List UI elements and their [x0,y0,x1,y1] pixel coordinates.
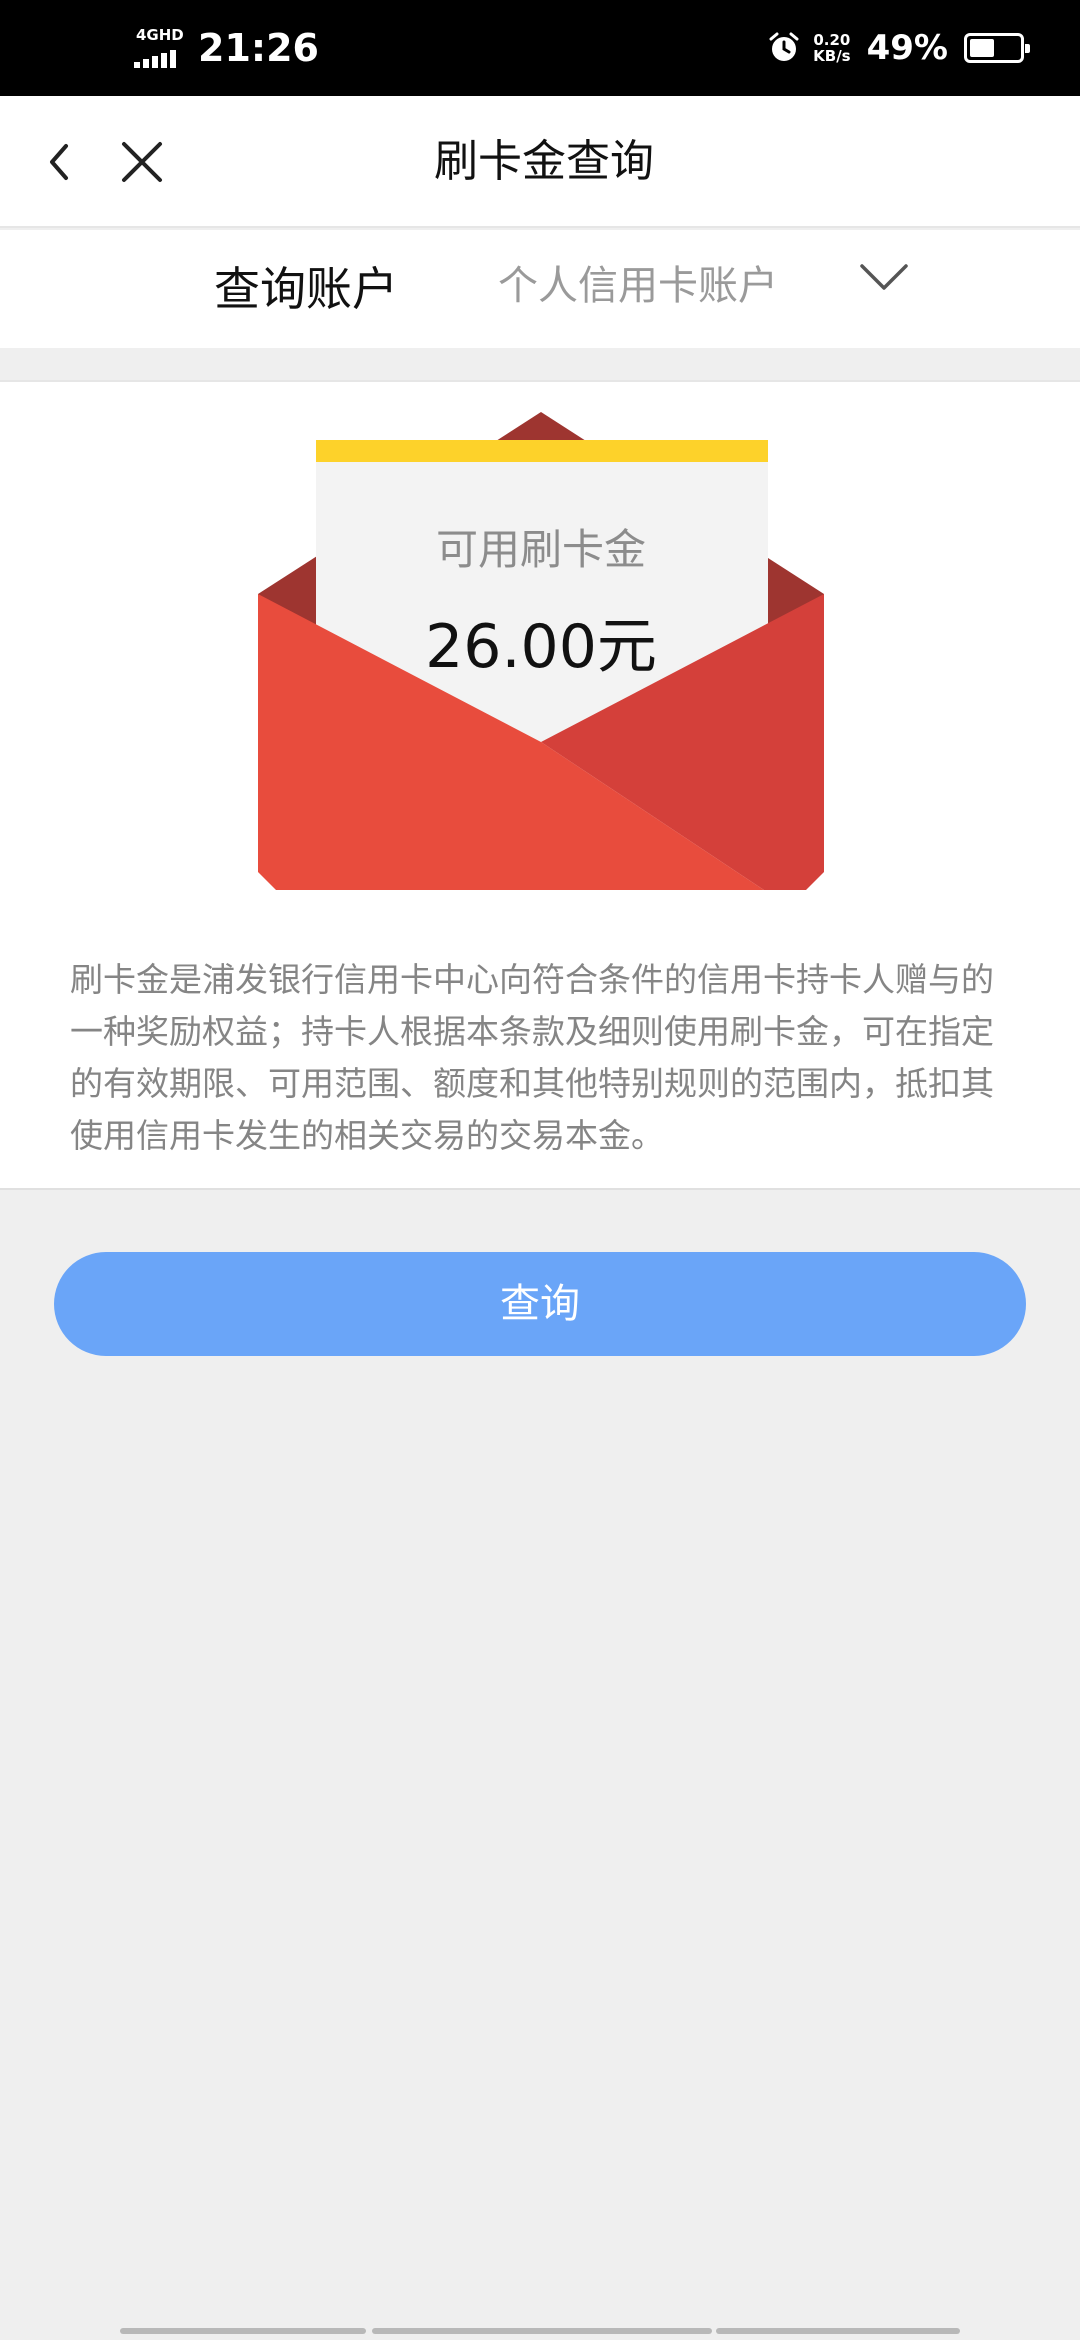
account-selector[interactable]: 查询账户 个人信用卡账户 [0,230,1080,348]
battery-percent: 49% [866,28,948,68]
status-left: 4GHD 21:26 [134,18,319,78]
account-dropdown[interactable]: 个人信用卡账户 [498,230,778,342]
account-label: 查询账户 [214,262,398,316]
envelope-illustration: 可用刷卡金 26.00元 [258,412,824,892]
network-type: 4GHD [136,26,184,44]
balance-label: 可用刷卡金 [435,525,646,574]
back-icon[interactable] [30,132,90,192]
network-speed: 0.20 KB/s [813,32,850,64]
chevron-down-icon[interactable] [856,258,912,298]
close-icon[interactable] [112,132,172,192]
title-bar: 刷卡金查询 [0,96,1080,228]
description-text: 刷卡金是浦发银行信用卡中心向符合条件的信用卡持卡人赠与的一种奖励权益；持卡人根据… [70,960,994,1155]
balance-card: 可用刷卡金 26.00元 刷卡金是浦发银行信用卡中心向符合条件的信用卡持卡人赠与… [0,380,1080,1190]
status-right: 0.20 KB/s 49% [767,18,1030,78]
nav-indicator-center [372,2328,712,2334]
status-bar: 4GHD 21:26 0.20 KB/s 49% [0,0,1080,96]
battery-icon [964,33,1030,63]
status-time: 21:26 [198,26,319,70]
signal-icon: 4GHD [134,26,186,70]
query-button[interactable]: 查询 [54,1252,1026,1356]
nav-indicator-right [716,2328,960,2334]
balance-amount: 26.00元 [425,612,657,682]
speed-value: 0.20 [813,31,851,49]
nav-indicator-left [120,2328,366,2334]
speed-unit: KB/s [813,47,851,65]
alarm-icon [769,32,799,61]
